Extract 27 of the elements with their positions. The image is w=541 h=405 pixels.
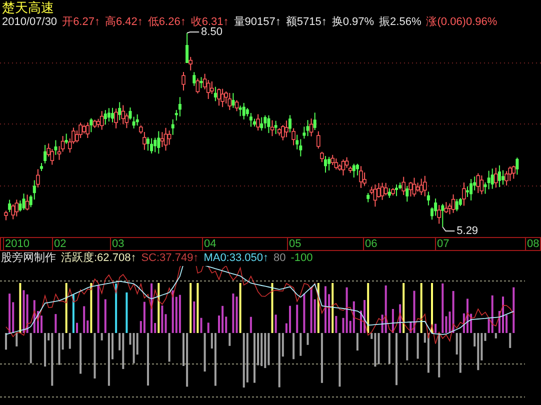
month-label: 07	[437, 238, 450, 250]
month-label: 03	[112, 238, 124, 250]
month-label: 2010	[5, 238, 30, 250]
indicator-value: 80	[274, 251, 286, 266]
leader-line	[186, 32, 200, 34]
month-label: 06	[365, 238, 378, 250]
indicator-value: SC:37.749↑	[141, 251, 199, 266]
quote-field: 额5715↑	[286, 15, 327, 30]
low-price-label: 5.29	[456, 225, 478, 237]
quote-field: 量90157↑	[234, 15, 281, 30]
quote-field: 低6.26↑	[148, 15, 186, 30]
quote-field: 振2.56%	[379, 15, 422, 30]
indicator-value: -100	[290, 251, 313, 266]
quote-field: 涨(0.06)0.96%	[426, 15, 498, 30]
quote-field: 高6.42↑	[104, 15, 143, 30]
month-label: 04	[204, 238, 216, 250]
quote-date: 2010/07/30	[2, 15, 58, 30]
month-label: 05	[289, 238, 302, 250]
indicator-source: 股旁网制作	[1, 251, 56, 266]
quote-field: 开6.27↑	[62, 15, 100, 30]
month-label: 08	[527, 238, 540, 250]
month-label: 02	[54, 238, 66, 250]
quote-field: 换0.97%	[332, 15, 374, 30]
indicator-value: MA0:33.050↑	[204, 251, 269, 266]
indicator-value: 活跃度:62.708↑	[61, 251, 136, 266]
leader-line	[442, 226, 456, 232]
stock-name: 楚天高速	[2, 0, 54, 15]
